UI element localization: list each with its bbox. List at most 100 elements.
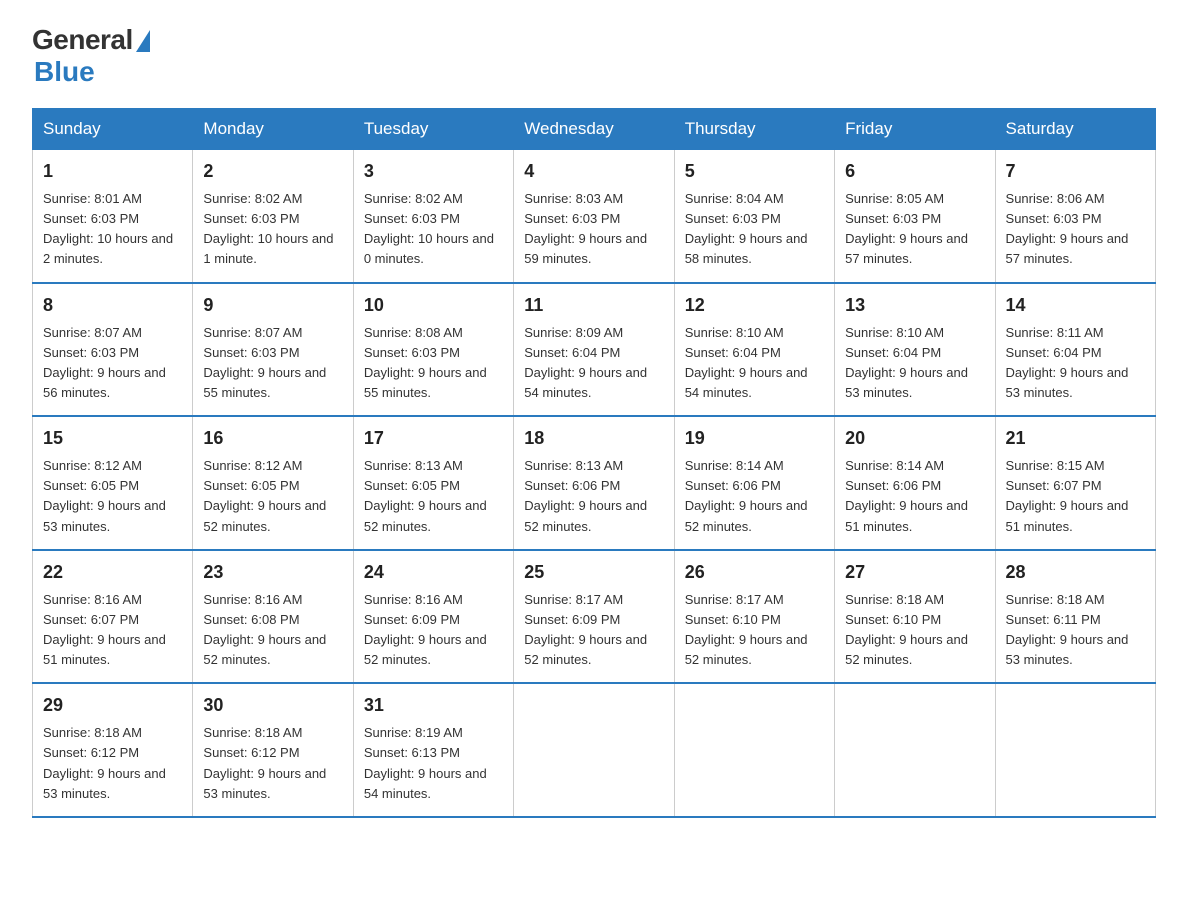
day-info: Sunrise: 8:07 AMSunset: 6:03 PMDaylight:… bbox=[203, 323, 342, 404]
day-number: 13 bbox=[845, 292, 984, 319]
day-number: 9 bbox=[203, 292, 342, 319]
calendar-cell: 11Sunrise: 8:09 AMSunset: 6:04 PMDayligh… bbox=[514, 283, 674, 417]
day-number: 19 bbox=[685, 425, 824, 452]
calendar-cell: 29 Sunrise: 8:18 AMSunset: 6:12 PMDayligh… bbox=[33, 683, 193, 817]
day-info: Sunrise: 8:05 AMSunset: 6:03 PMDaylight:… bbox=[845, 189, 984, 270]
calendar-cell: 1 Sunrise: 8:01 AMSunset: 6:03 PMDaylight… bbox=[33, 150, 193, 283]
calendar-cell: 3 Sunrise: 8:02 AMSunset: 6:03 PMDaylight… bbox=[353, 150, 513, 283]
calendar-cell bbox=[674, 683, 834, 817]
day-info: Sunrise: 8:18 AMSunset: 6:12 PMDaylight:… bbox=[43, 723, 182, 804]
calendar-cell: 22 Sunrise: 8:16 AMSunset: 6:07 PMDayligh… bbox=[33, 550, 193, 684]
calendar-cell: 30 Sunrise: 8:18 AMSunset: 6:12 PMDayligh… bbox=[193, 683, 353, 817]
calendar-cell: 5 Sunrise: 8:04 AMSunset: 6:03 PMDaylight… bbox=[674, 150, 834, 283]
day-info: Sunrise: 8:02 AMSunset: 6:03 PMDaylight:… bbox=[364, 189, 503, 270]
day-info: Sunrise: 8:17 AMSunset: 6:09 PMDaylight:… bbox=[524, 590, 663, 671]
day-number: 29 bbox=[43, 692, 182, 719]
day-info: Sunrise: 8:12 AMSunset: 6:05 PMDaylight:… bbox=[43, 456, 182, 537]
logo-triangle-icon bbox=[136, 30, 150, 52]
weekday-header-row: SundayMondayTuesdayWednesdayThursdayFrid… bbox=[33, 109, 1156, 150]
day-number: 26 bbox=[685, 559, 824, 586]
page-header: General Blue bbox=[32, 24, 1156, 88]
day-number: 14 bbox=[1006, 292, 1145, 319]
day-info: Sunrise: 8:16 AMSunset: 6:07 PMDaylight:… bbox=[43, 590, 182, 671]
day-info: Sunrise: 8:13 AMSunset: 6:05 PMDaylight:… bbox=[364, 456, 503, 537]
calendar-cell: 24 Sunrise: 8:16 AMSunset: 6:09 PMDayligh… bbox=[353, 550, 513, 684]
day-number: 27 bbox=[845, 559, 984, 586]
day-number: 24 bbox=[364, 559, 503, 586]
day-info: Sunrise: 8:11 AMSunset: 6:04 PMDaylight:… bbox=[1006, 323, 1145, 404]
day-info: Sunrise: 8:18 AMSunset: 6:12 PMDaylight:… bbox=[203, 723, 342, 804]
day-info: Sunrise: 8:18 AMSunset: 6:11 PMDaylight:… bbox=[1006, 590, 1145, 671]
calendar-cell: 23 Sunrise: 8:16 AMSunset: 6:08 PMDayligh… bbox=[193, 550, 353, 684]
calendar-table: SundayMondayTuesdayWednesdayThursdayFrid… bbox=[32, 108, 1156, 818]
calendar-cell: 17Sunrise: 8:13 AMSunset: 6:05 PMDayligh… bbox=[353, 416, 513, 550]
weekday-header-thursday: Thursday bbox=[674, 109, 834, 150]
day-info: Sunrise: 8:03 AMSunset: 6:03 PMDaylight:… bbox=[524, 189, 663, 270]
day-info: Sunrise: 8:02 AMSunset: 6:03 PMDaylight:… bbox=[203, 189, 342, 270]
calendar-cell: 8Sunrise: 8:07 AMSunset: 6:03 PMDaylight… bbox=[33, 283, 193, 417]
day-number: 31 bbox=[364, 692, 503, 719]
day-info: Sunrise: 8:16 AMSunset: 6:08 PMDaylight:… bbox=[203, 590, 342, 671]
day-number: 30 bbox=[203, 692, 342, 719]
weekday-header-friday: Friday bbox=[835, 109, 995, 150]
day-number: 15 bbox=[43, 425, 182, 452]
calendar-cell: 4Sunrise: 8:03 AMSunset: 6:03 PMDaylight… bbox=[514, 150, 674, 283]
calendar-cell: 2 Sunrise: 8:02 AMSunset: 6:03 PMDaylight… bbox=[193, 150, 353, 283]
calendar-cell: 15 Sunrise: 8:12 AMSunset: 6:05 PMDayligh… bbox=[33, 416, 193, 550]
calendar-cell: 13 Sunrise: 8:10 AMSunset: 6:04 PMDayligh… bbox=[835, 283, 995, 417]
day-info: Sunrise: 8:16 AMSunset: 6:09 PMDaylight:… bbox=[364, 590, 503, 671]
calendar-cell bbox=[995, 683, 1155, 817]
day-number: 23 bbox=[203, 559, 342, 586]
day-info: Sunrise: 8:13 AMSunset: 6:06 PMDaylight:… bbox=[524, 456, 663, 537]
day-number: 22 bbox=[43, 559, 182, 586]
day-number: 7 bbox=[1006, 158, 1145, 185]
calendar-cell: 19Sunrise: 8:14 AMSunset: 6:06 PMDayligh… bbox=[674, 416, 834, 550]
calendar-cell: 25 Sunrise: 8:17 AMSunset: 6:09 PMDayligh… bbox=[514, 550, 674, 684]
calendar-cell: 9 Sunrise: 8:07 AMSunset: 6:03 PMDaylight… bbox=[193, 283, 353, 417]
day-info: Sunrise: 8:17 AMSunset: 6:10 PMDaylight:… bbox=[685, 590, 824, 671]
day-number: 21 bbox=[1006, 425, 1145, 452]
day-number: 5 bbox=[685, 158, 824, 185]
week-row-5: 29 Sunrise: 8:18 AMSunset: 6:12 PMDayligh… bbox=[33, 683, 1156, 817]
day-info: Sunrise: 8:06 AMSunset: 6:03 PMDaylight:… bbox=[1006, 189, 1145, 270]
day-info: Sunrise: 8:14 AMSunset: 6:06 PMDaylight:… bbox=[845, 456, 984, 537]
calendar-cell: 28 Sunrise: 8:18 AMSunset: 6:11 PMDayligh… bbox=[995, 550, 1155, 684]
day-number: 28 bbox=[1006, 559, 1145, 586]
logo-general-text: General bbox=[32, 24, 133, 56]
week-row-4: 22 Sunrise: 8:16 AMSunset: 6:07 PMDayligh… bbox=[33, 550, 1156, 684]
day-number: 6 bbox=[845, 158, 984, 185]
day-info: Sunrise: 8:08 AMSunset: 6:03 PMDaylight:… bbox=[364, 323, 503, 404]
day-number: 20 bbox=[845, 425, 984, 452]
day-number: 18 bbox=[524, 425, 663, 452]
logo: General Blue bbox=[32, 24, 150, 88]
day-number: 12 bbox=[685, 292, 824, 319]
week-row-2: 8 Sunrise: 8:07 AMSunset: 6:03 PMDaylight… bbox=[33, 283, 1156, 417]
calendar-cell: 7 Sunrise: 8:06 AMSunset: 6:03 PMDaylight… bbox=[995, 150, 1155, 283]
day-number: 8 bbox=[43, 292, 182, 319]
calendar-cell: 10Sunrise: 8:08 AMSunset: 6:03 PMDayligh… bbox=[353, 283, 513, 417]
day-number: 2 bbox=[203, 158, 342, 185]
calendar-cell: 14 Sunrise: 8:11 AMSunset: 6:04 PMDayligh… bbox=[995, 283, 1155, 417]
day-info: Sunrise: 8:09 AMSunset: 6:04 PMDaylight:… bbox=[524, 323, 663, 404]
day-number: 3 bbox=[364, 158, 503, 185]
calendar-cell: 12 Sunrise: 8:10 AMSunset: 6:04 PMDayligh… bbox=[674, 283, 834, 417]
day-info: Sunrise: 8:10 AMSunset: 6:04 PMDaylight:… bbox=[845, 323, 984, 404]
calendar-cell: 26 Sunrise: 8:17 AMSunset: 6:10 PMDayligh… bbox=[674, 550, 834, 684]
calendar-cell: 6 Sunrise: 8:05 AMSunset: 6:03 PMDaylight… bbox=[835, 150, 995, 283]
day-info: Sunrise: 8:19 AMSunset: 6:13 PMDaylight:… bbox=[364, 723, 503, 804]
day-info: Sunrise: 8:01 AMSunset: 6:03 PMDaylight:… bbox=[43, 189, 182, 270]
weekday-header-monday: Monday bbox=[193, 109, 353, 150]
calendar-cell: 20 Sunrise: 8:14 AMSunset: 6:06 PMDayligh… bbox=[835, 416, 995, 550]
day-info: Sunrise: 8:10 AMSunset: 6:04 PMDaylight:… bbox=[685, 323, 824, 404]
day-number: 1 bbox=[43, 158, 182, 185]
day-info: Sunrise: 8:04 AMSunset: 6:03 PMDaylight:… bbox=[685, 189, 824, 270]
calendar-cell: 21 Sunrise: 8:15 AMSunset: 6:07 PMDayligh… bbox=[995, 416, 1155, 550]
weekday-header-sunday: Sunday bbox=[33, 109, 193, 150]
calendar-cell: 31 Sunrise: 8:19 AMSunset: 6:13 PMDayligh… bbox=[353, 683, 513, 817]
calendar-cell: 16Sunrise: 8:12 AMSunset: 6:05 PMDayligh… bbox=[193, 416, 353, 550]
week-row-3: 15 Sunrise: 8:12 AMSunset: 6:05 PMDayligh… bbox=[33, 416, 1156, 550]
day-number: 25 bbox=[524, 559, 663, 586]
day-info: Sunrise: 8:15 AMSunset: 6:07 PMDaylight:… bbox=[1006, 456, 1145, 537]
calendar-cell bbox=[514, 683, 674, 817]
logo-blue-text: Blue bbox=[34, 56, 95, 88]
